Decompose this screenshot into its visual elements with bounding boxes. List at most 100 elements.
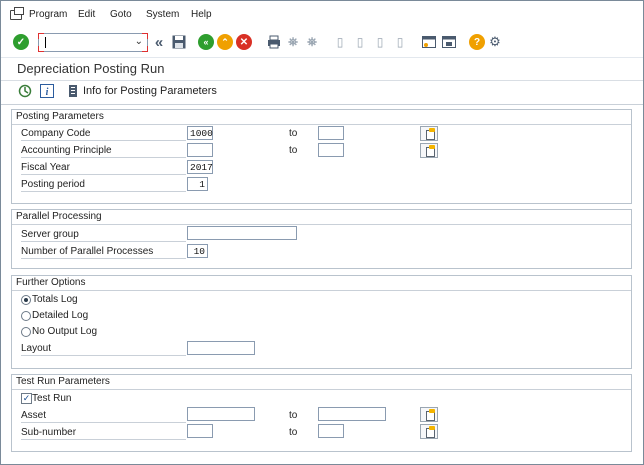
layout-input[interactable]	[187, 341, 255, 355]
document-info-icon[interactable]	[66, 84, 80, 98]
selection-screen: Posting Parameters Company Code 1000 to …	[1, 105, 643, 463]
label-underline	[21, 355, 186, 356]
totals-log-radio[interactable]	[21, 295, 31, 305]
test-run-checkbox[interactable]: ✓	[21, 393, 32, 404]
menu-program-label: Program	[29, 9, 68, 20]
no-output-log-radio[interactable]	[21, 327, 31, 337]
posting-period-label: Posting period	[21, 179, 85, 190]
menu-system[interactable]: System	[146, 9, 179, 20]
posting-period-input[interactable]: 1	[187, 177, 208, 191]
find-icon[interactable]: ⛯	[285, 34, 301, 50]
sub-number-label: Sub-number	[21, 427, 77, 438]
text-caret	[45, 37, 46, 48]
info-icon[interactable]: i	[40, 84, 54, 98]
application-toolbar: i Info for Posting Parameters	[1, 80, 643, 105]
multiple-selection-icon[interactable]	[420, 407, 438, 422]
sub-number-to-input[interactable]	[318, 424, 344, 438]
standard-toolbar: ✓ ⌄ « « ⌃ ✕ ⛯ ⛯ ▯ ▯ ▯ ▯ ? ⚙	[1, 28, 643, 56]
menu-help-label: Help	[191, 9, 212, 20]
chevron-down-icon[interactable]: ⌄	[135, 36, 143, 47]
multiple-selection-icon[interactable]	[420, 424, 438, 439]
asset-label: Asset	[21, 410, 47, 421]
label-underline	[21, 241, 186, 242]
group-further-options: Further Options Totals Log Detailed Log …	[11, 275, 632, 369]
info-posting-parameters-button[interactable]: Info for Posting Parameters	[83, 85, 217, 97]
accounting-principle-label: Accounting Principle	[21, 145, 112, 156]
accounting-principle-to-input[interactable]	[318, 143, 344, 157]
parallel-processes-input[interactable]: 10	[187, 244, 208, 258]
group-title-label: Further Options	[16, 277, 86, 288]
fiscal-year-input[interactable]: 2017	[187, 160, 213, 174]
double-chevron-left-icon[interactable]: «	[151, 34, 167, 51]
menu-goto-label: Goto	[110, 9, 132, 20]
menu-edit[interactable]: Edit	[78, 9, 95, 20]
print-icon[interactable]	[266, 34, 282, 50]
command-field-corner	[38, 33, 44, 39]
company-code-input[interactable]: 1000	[187, 126, 213, 140]
label-underline	[21, 174, 186, 175]
label-underline	[21, 140, 186, 141]
no-output-log-label[interactable]: No Output Log	[32, 326, 97, 337]
sub-number-input[interactable]	[187, 424, 213, 438]
parallel-processes-label: Number of Parallel Processes	[21, 246, 154, 257]
back-icon[interactable]: «	[198, 34, 214, 50]
title-bar: Depreciation Posting Run	[1, 57, 643, 81]
menu-goto[interactable]: Goto	[110, 9, 132, 20]
enter-icon[interactable]: ✓	[13, 34, 29, 50]
menu-system-label: System	[146, 9, 180, 20]
page-title: Depreciation Posting Run	[17, 61, 165, 76]
help-icon[interactable]: ?	[469, 34, 485, 50]
new-session-icon[interactable]	[421, 34, 437, 50]
to-label: to	[289, 145, 298, 156]
find-next-icon[interactable]: ⛯	[304, 34, 320, 50]
server-group-input[interactable]	[187, 226, 297, 240]
cancel-icon[interactable]: ✕	[236, 34, 252, 50]
last-page-icon[interactable]: ▯	[392, 34, 408, 50]
detailed-log-label[interactable]: Detailed Log	[32, 310, 88, 321]
totals-log-label[interactable]: Totals Log	[32, 294, 78, 305]
menu-edit-label: Edit	[78, 9, 96, 20]
detailed-log-radio[interactable]	[21, 311, 31, 321]
fiscal-year-label: Fiscal Year	[21, 162, 70, 173]
accounting-principle-input[interactable]	[187, 143, 213, 157]
multiple-selection-icon[interactable]	[420, 126, 438, 141]
group-title: Posting Parameters	[12, 110, 631, 125]
previous-page-icon[interactable]: ▯	[352, 34, 368, 50]
next-page-icon[interactable]: ▯	[372, 34, 388, 50]
exit-icon[interactable]: ⌃	[217, 34, 233, 50]
shortcut-icon[interactable]	[441, 34, 457, 50]
multiple-selection-icon[interactable]	[420, 143, 438, 158]
command-field[interactable]: ⌄	[38, 33, 148, 52]
label-underline	[21, 439, 186, 440]
label-underline	[21, 157, 186, 158]
sap-window: Program Edit Goto System Help ✓ ⌄ « « ⌃ …	[0, 0, 644, 465]
menu-program[interactable]: Program	[29, 9, 67, 20]
save-icon[interactable]	[171, 34, 187, 50]
company-code-to-input[interactable]	[318, 126, 344, 140]
to-label: to	[289, 427, 298, 438]
menu-bar: Program Edit Goto System Help	[1, 1, 643, 27]
menu-help[interactable]: Help	[191, 9, 212, 20]
menu-screen-icon[interactable]	[10, 7, 24, 20]
settings-gear-icon[interactable]: ⚙	[487, 34, 503, 50]
layout-label: Layout	[21, 343, 52, 354]
server-group-label: Server group	[21, 229, 79, 240]
label-underline	[21, 422, 186, 423]
to-label: to	[289, 410, 298, 421]
first-page-icon[interactable]: ▯	[332, 34, 348, 50]
asset-input[interactable]	[187, 407, 255, 421]
group-title-label: Test Run Parameters	[16, 376, 110, 387]
group-test-run-parameters: Test Run Parameters ✓ Test Run Asset to …	[11, 374, 632, 452]
label-underline	[21, 258, 186, 259]
group-posting-parameters: Posting Parameters Company Code 1000 to …	[11, 109, 632, 204]
group-title-label: Parallel Processing	[16, 211, 102, 222]
svg-text:i: i	[46, 87, 49, 98]
label-underline	[21, 191, 186, 192]
test-run-label[interactable]: Test Run	[32, 393, 71, 404]
group-title: Further Options	[12, 276, 631, 291]
group-title-label: Posting Parameters	[16, 111, 104, 122]
company-code-label: Company Code	[21, 128, 91, 139]
execute-icon[interactable]	[18, 84, 32, 98]
group-title: Test Run Parameters	[12, 375, 631, 390]
asset-to-input[interactable]	[318, 407, 386, 421]
